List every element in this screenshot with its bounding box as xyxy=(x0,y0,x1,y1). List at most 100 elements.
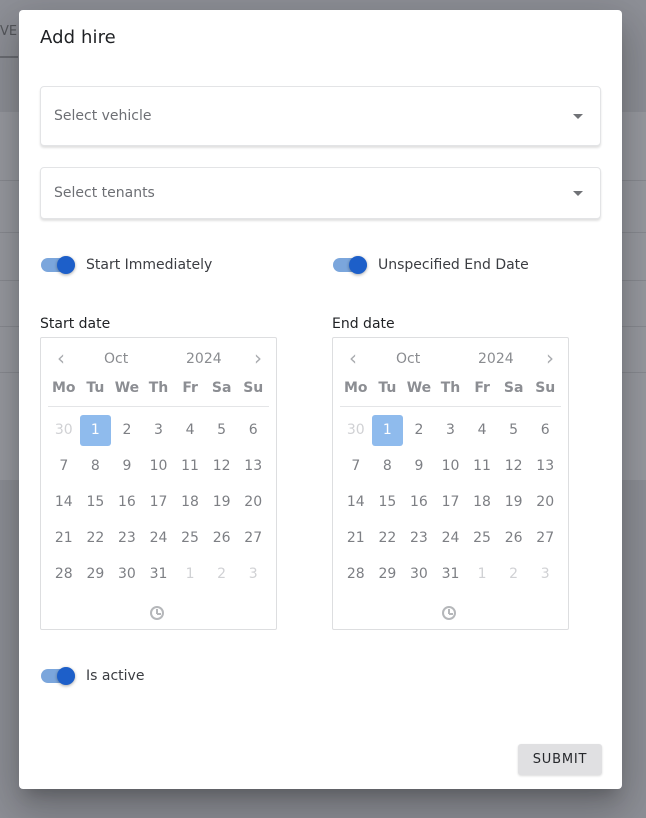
calendar-day-number: 22 xyxy=(378,530,397,546)
calendar-day[interactable]: 6 xyxy=(529,412,561,448)
calendar-day[interactable]: 10 xyxy=(435,448,467,484)
clock-icon[interactable] xyxy=(442,606,456,620)
calendar-day[interactable]: 8 xyxy=(372,448,404,484)
calendar-day[interactable]: 17 xyxy=(143,484,175,520)
end-date-heading: End date xyxy=(332,316,395,332)
calendar-day[interactable]: 2 xyxy=(403,412,435,448)
calendar-day-number: 30 xyxy=(54,422,73,438)
calendar-day[interactable]: 23 xyxy=(403,520,435,556)
calendar-day[interactable]: 9 xyxy=(403,448,435,484)
calendar-day-number: 27 xyxy=(536,530,555,546)
unspecified-end-date-switch[interactable] xyxy=(332,255,368,275)
calendar-day[interactable]: 12 xyxy=(498,448,530,484)
calendar-day[interactable]: 25 xyxy=(466,520,498,556)
calendar-day[interactable]: 18 xyxy=(466,484,498,520)
start-date-heading: Start date xyxy=(40,316,111,332)
calendar-day[interactable]: 5 xyxy=(206,412,238,448)
vehicle-select[interactable]: Select vehicle xyxy=(40,86,601,146)
calendar-day-number: 1 xyxy=(371,414,403,446)
calendar-day[interactable]: 8 xyxy=(80,448,112,484)
calendar-day-number: 7 xyxy=(59,458,69,474)
calendar-day[interactable]: 22 xyxy=(372,520,404,556)
calendar-day[interactable]: 22 xyxy=(80,520,112,556)
calendar-day-number: 2 xyxy=(217,566,227,582)
calendar-day[interactable]: 13 xyxy=(529,448,561,484)
calendar-day[interactable]: 7 xyxy=(48,448,80,484)
end-date-calendar: ‹ Oct 2024 › Mo Tu We Th Fr Sa Su 30 1 2 3 4 5 6 7 8 9 1… xyxy=(332,337,569,630)
calendar-day[interactable]: 24 xyxy=(435,520,467,556)
calendar-day[interactable]: 7 xyxy=(340,448,372,484)
calendar-day[interactable]: 2 xyxy=(111,412,143,448)
calendar-day[interactable]: 14 xyxy=(340,484,372,520)
calendar-day[interactable]: 20 xyxy=(237,484,269,520)
calendar-day[interactable]: 13 xyxy=(237,448,269,484)
vehicle-select-placeholder: Select vehicle xyxy=(54,108,152,124)
calendar-day[interactable]: 25 xyxy=(174,520,206,556)
calendar-day[interactable]: 23 xyxy=(111,520,143,556)
calendar-year[interactable]: 2024 xyxy=(478,351,514,367)
submit-button[interactable]: SUBMIT xyxy=(518,744,602,775)
weekday-label: Su xyxy=(243,380,264,396)
calendar-day[interactable]: 19 xyxy=(498,484,530,520)
calendar-day[interactable]: 11 xyxy=(466,448,498,484)
calendar-day[interactable]: 29 xyxy=(80,556,112,592)
calendar-day-selected[interactable]: 1 xyxy=(79,412,112,448)
calendar-day[interactable]: 19 xyxy=(206,484,238,520)
calendar-day[interactable]: 17 xyxy=(435,484,467,520)
calendar-day[interactable]: 27 xyxy=(237,520,269,556)
calendar-day[interactable]: 21 xyxy=(48,520,80,556)
is-active-label: Is active xyxy=(86,668,145,684)
calendar-day[interactable]: 12 xyxy=(206,448,238,484)
start-immediately-switch[interactable] xyxy=(40,255,76,275)
is-active-switch[interactable] xyxy=(40,666,76,686)
calendar-day[interactable]: 6 xyxy=(237,412,269,448)
calendar-day[interactable]: 26 xyxy=(206,520,238,556)
calendar-day: 3 xyxy=(529,556,561,592)
tenants-select[interactable]: Select tenants xyxy=(40,167,601,219)
calendar-day[interactable]: 29 xyxy=(372,556,404,592)
calendar-month[interactable]: Oct xyxy=(104,351,128,367)
calendar-day[interactable]: 30 xyxy=(403,556,435,592)
calendar-day[interactable]: 16 xyxy=(403,484,435,520)
calendar-month[interactable]: Oct xyxy=(396,351,420,367)
calendar-day[interactable]: 15 xyxy=(80,484,112,520)
weekday-label: We xyxy=(406,380,432,396)
weekday-label: Tu xyxy=(378,380,397,396)
calendar-day[interactable]: 18 xyxy=(174,484,206,520)
calendar-day[interactable]: 11 xyxy=(174,448,206,484)
calendar-day[interactable]: 28 xyxy=(340,556,372,592)
calendar-day-number: 27 xyxy=(244,530,263,546)
calendar-day[interactable]: 4 xyxy=(466,412,498,448)
clock-icon[interactable] xyxy=(150,606,164,620)
calendar-day[interactable]: 14 xyxy=(48,484,80,520)
calendar-day[interactable]: 21 xyxy=(340,520,372,556)
next-month-icon[interactable]: › xyxy=(248,348,268,368)
calendar-day[interactable]: 31 xyxy=(143,556,175,592)
calendar-day[interactable]: 30 xyxy=(111,556,143,592)
calendar-day[interactable]: 5 xyxy=(498,412,530,448)
previous-month-icon[interactable]: ‹ xyxy=(343,348,363,368)
calendar-day[interactable]: 31 xyxy=(435,556,467,592)
next-month-icon[interactable]: › xyxy=(540,348,560,368)
calendar-year[interactable]: 2024 xyxy=(186,351,222,367)
calendar-day-number: 8 xyxy=(382,458,392,474)
calendar-day[interactable]: 16 xyxy=(111,484,143,520)
previous-month-icon[interactable]: ‹ xyxy=(51,348,71,368)
calendar-day[interactable]: 26 xyxy=(498,520,530,556)
calendar-day[interactable]: 3 xyxy=(143,412,175,448)
calendar-day[interactable]: 20 xyxy=(529,484,561,520)
switch-thumb xyxy=(349,256,367,274)
calendar-day[interactable]: 3 xyxy=(435,412,467,448)
calendar-day-number: 7 xyxy=(351,458,361,474)
calendar-day[interactable]: 28 xyxy=(48,556,80,592)
calendar-day-selected[interactable]: 1 xyxy=(371,412,404,448)
calendar-day[interactable]: 15 xyxy=(372,484,404,520)
calendar-day[interactable]: 9 xyxy=(111,448,143,484)
calendar-day[interactable]: 27 xyxy=(529,520,561,556)
calendar-day-number: 3 xyxy=(154,422,163,438)
calendar-day-number: 1 xyxy=(79,414,111,446)
calendar-day[interactable]: 4 xyxy=(174,412,206,448)
calendar-day[interactable]: 10 xyxy=(143,448,175,484)
calendar-day[interactable]: 24 xyxy=(143,520,175,556)
calendar-day-number: 11 xyxy=(181,458,199,474)
